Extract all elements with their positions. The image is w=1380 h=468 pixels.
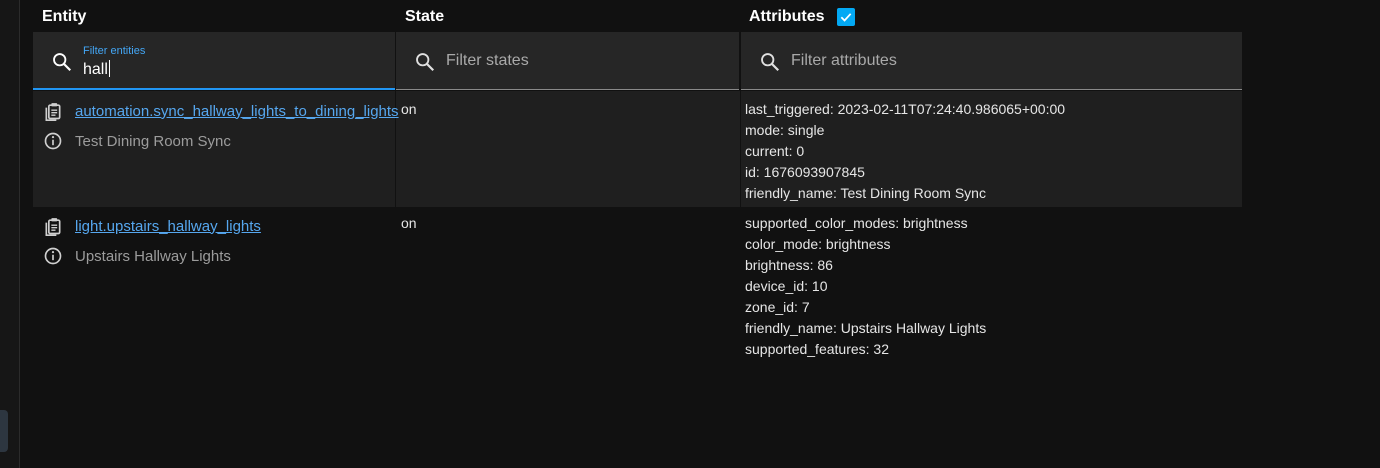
column-header-entity: Entity (42, 8, 87, 25)
column-header-attributes: Attributes (749, 8, 855, 26)
attributes-list: last_triggered: 2023-02-11T07:24:40.9860… (745, 99, 1065, 204)
entity-id-link[interactable]: light.upstairs_hallway_lights (75, 218, 261, 235)
filter-states-field[interactable]: Filter states (396, 32, 739, 90)
column-header-attributes-label: Attributes (749, 8, 825, 25)
entity-friendly-name: Test Dining Room Sync (75, 132, 231, 150)
filter-entities-value: hall (83, 61, 108, 78)
table-row: automation.sync_hallway_lights_to_dining… (33, 91, 1242, 207)
friendly-name-line: Test Dining Room Sync (43, 131, 231, 151)
entity-id-link[interactable]: automation.sync_hallway_lights_to_dining… (75, 103, 399, 120)
info-icon[interactable] (43, 246, 63, 266)
checkmark-icon (840, 13, 851, 22)
entity-id-line: automation.sync_hallway_lights_to_dining… (43, 101, 399, 121)
friendly-name-line: Upstairs Hallway Lights (43, 246, 231, 266)
attribute-line: mode: single (745, 122, 825, 138)
attributes-toggle-checkbox[interactable] (836, 8, 855, 26)
state-value: on (401, 215, 417, 231)
search-icon (53, 53, 72, 72)
filter-states-input[interactable]: Filter states (446, 52, 529, 70)
filter-attributes-field[interactable]: Filter attributes (741, 32, 1242, 90)
filter-entities-field[interactable]: Filter entities hall (33, 32, 395, 90)
filter-entities-label: Filter entities (83, 45, 146, 57)
attribute-line: supported_color_modes: brightness (745, 215, 968, 231)
state-value: on (401, 101, 417, 117)
filter-attributes-input[interactable]: Filter attributes (791, 52, 897, 70)
attribute-line: friendly_name: Test Dining Room Sync (745, 185, 986, 201)
attribute-line: current: 0 (745, 143, 805, 159)
search-icon (416, 53, 435, 72)
table-row: light.upstairs_hallway_lights Upstairs H… (33, 207, 1242, 367)
attribute-line: device_id: 10 (745, 278, 828, 294)
clipboard-icon[interactable] (43, 101, 63, 121)
attribute-line: color_mode: brightness (745, 236, 891, 252)
column-divider (740, 91, 741, 207)
attribute-line: id: 1676093907845 (745, 164, 865, 180)
attributes-list: supported_color_modes: brightness color_… (745, 213, 986, 360)
filter-entities-input[interactable]: hall (83, 60, 110, 79)
info-icon[interactable] (43, 131, 63, 151)
column-header-state: State (405, 8, 445, 25)
attribute-line: supported_features: 32 (745, 341, 889, 357)
attribute-line: brightness: 86 (745, 257, 833, 273)
attribute-line: last_triggered: 2023-02-11T07:24:40.9860… (745, 101, 1066, 117)
entity-id-line: light.upstairs_hallway_lights (43, 216, 261, 236)
sidebar-edge (0, 0, 20, 468)
attribute-line: friendly_name: Upstairs Hallway Lights (745, 320, 987, 336)
entity-friendly-name: Upstairs Hallway Lights (75, 247, 231, 265)
text-cursor (108, 60, 110, 77)
clipboard-icon[interactable] (43, 216, 63, 236)
search-icon (761, 53, 780, 72)
attribute-line: zone_id: 7 (745, 299, 810, 315)
sidebar-active-indicator[interactable] (0, 410, 8, 452)
states-page: Entity State Attributes Filter entities … (0, 0, 1380, 468)
